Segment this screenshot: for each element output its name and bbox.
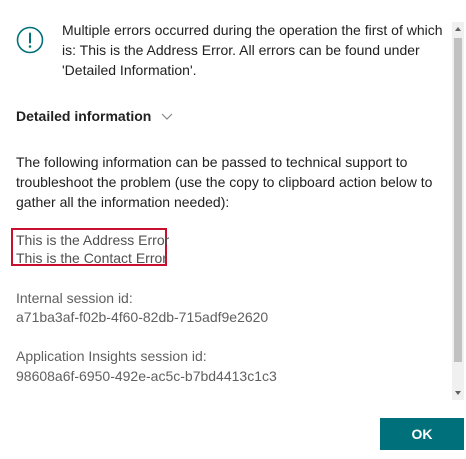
scroll-up-icon[interactable] bbox=[452, 22, 464, 36]
exclamation-circle-icon bbox=[16, 26, 44, 54]
scrollbar-thumb[interactable] bbox=[454, 38, 462, 362]
session-id-value: a71ba3af-f02b-4f60-82db-715adf9e2620 bbox=[16, 309, 269, 325]
app-insights-session-value: 98608a6f-6950-492e-ac5c-b7bd4413c1c3 bbox=[16, 368, 277, 384]
error-dialog: Multiple errors occurred during the oper… bbox=[0, 0, 466, 459]
session-id-label: Internal session id: bbox=[16, 290, 133, 306]
error-item-contact: This is the Contact Error bbox=[16, 250, 167, 266]
error-item-address: This is the Address Error bbox=[16, 232, 170, 248]
detailed-information-label: Detailed information bbox=[16, 108, 152, 124]
chevron-down-icon bbox=[161, 113, 173, 120]
detailed-information-toggle[interactable]: Detailed information bbox=[16, 108, 173, 124]
dialog-content: Multiple errors occurred during the oper… bbox=[0, 0, 452, 402]
vertical-scrollbar[interactable] bbox=[452, 22, 464, 400]
scroll-down-icon[interactable] bbox=[452, 386, 464, 400]
ok-button[interactable]: OK bbox=[380, 418, 464, 450]
support-description: The following information can be passed … bbox=[16, 154, 433, 210]
app-insights-session-label: Application Insights session id: bbox=[16, 348, 207, 364]
error-message: Multiple errors occurred during the oper… bbox=[62, 22, 443, 78]
